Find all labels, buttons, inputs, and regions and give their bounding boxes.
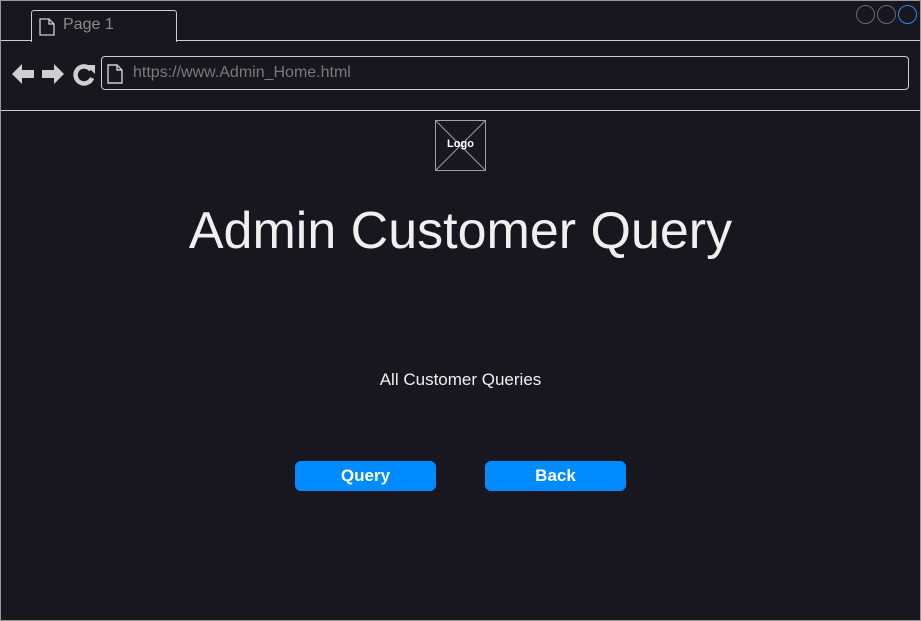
page-title: Admin Customer Query — [188, 202, 733, 260]
tab-label: Page 1 — [63, 16, 114, 33]
arrow-right-icon[interactable] — [41, 62, 65, 86]
close-button[interactable] — [898, 5, 917, 24]
page-icon — [39, 18, 55, 36]
arrow-left-icon[interactable] — [11, 62, 35, 86]
logo-label: Logo — [447, 138, 474, 150]
navbar-divider — [1, 110, 920, 111]
browser-window: Page 1 https://www.Admin_Home.html Logo — [0, 0, 921, 621]
page-subtitle: All Customer Queries — [379, 370, 542, 389]
browser-tab[interactable]: Page 1 — [31, 10, 177, 42]
back-button[interactable]: Back — [485, 461, 626, 491]
maximize-button[interactable] — [877, 5, 896, 24]
page-icon — [107, 64, 123, 84]
query-button[interactable]: Query — [295, 461, 436, 491]
logo: Logo — [435, 120, 486, 171]
reload-icon[interactable] — [72, 62, 96, 86]
window-controls — [856, 5, 917, 24]
url-text: https://www.Admin_Home.html — [133, 64, 351, 81]
address-bar[interactable]: https://www.Admin_Home.html — [101, 56, 909, 90]
minimize-button[interactable] — [856, 5, 875, 24]
